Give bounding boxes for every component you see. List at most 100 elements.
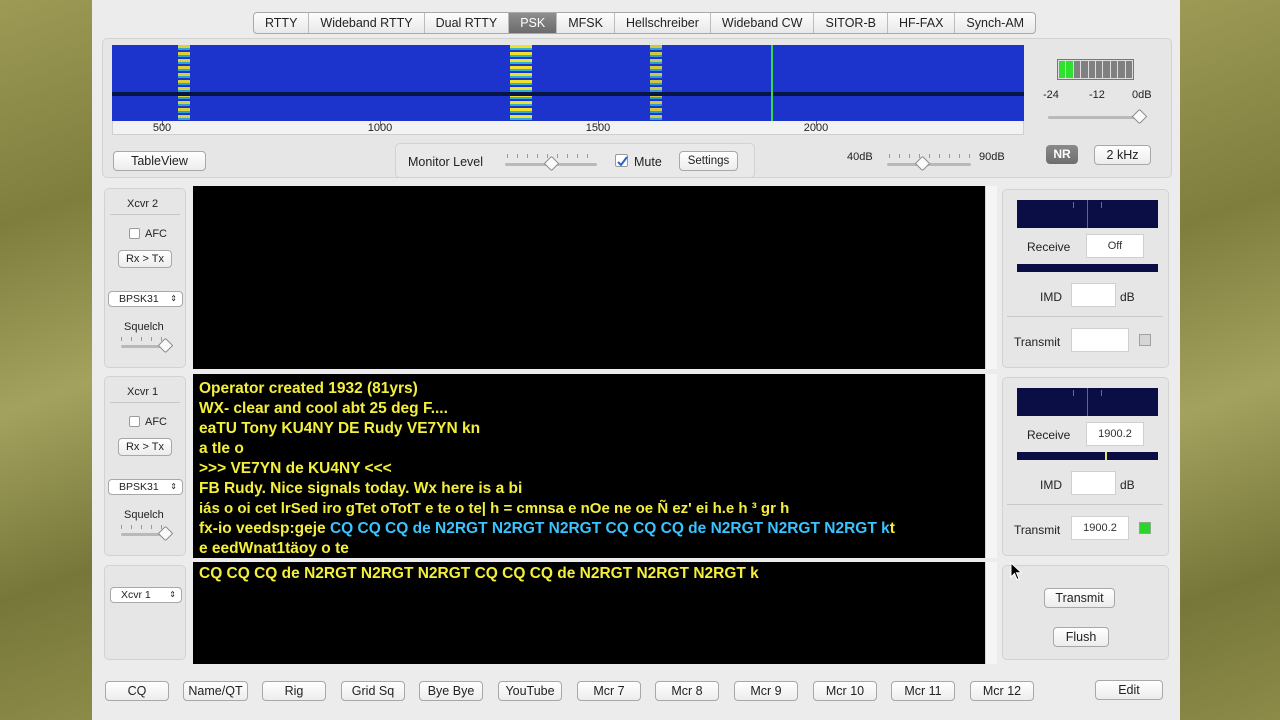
rx-text-line: >>> VE7YN de KU4NY <<< <box>199 460 392 477</box>
xcvr2-signal-bar <box>1017 264 1158 272</box>
xcvr1-receive-pane[interactable]: Operator created 1932 (81yrs) WX- clear … <box>193 374 985 558</box>
xcvr2-title: Xcvr 2 <box>127 198 159 210</box>
tab-psk[interactable]: PSK <box>509 13 558 33</box>
tx-text-line: CQ CQ CQ de N2RGT N2RGT N2RGT CQ CQ CQ d… <box>199 565 759 582</box>
tab-rtty[interactable]: RTTY <box>254 13 310 33</box>
level-slider-track[interactable] <box>1048 116 1144 119</box>
scale-label-1500: 1500 <box>585 122 611 134</box>
transmit-text-pane[interactable]: CQ CQ CQ de N2RGT N2RGT N2RGT CQ CQ CQ d… <box>193 562 985 664</box>
tuning-cursor[interactable] <box>771 45 773 121</box>
level-scale-minus12: -12 <box>1089 89 1105 101</box>
xcvr1-mode-select[interactable]: BPSK31 ⇕ <box>108 479 183 495</box>
waterfall-display[interactable] <box>112 45 1024 121</box>
xcvr2-mode-value: BPSK31 <box>119 293 159 305</box>
macro-name-qth-button[interactable]: Name/QT <box>183 681 248 701</box>
level-scale-0db: 0dB <box>1132 89 1152 101</box>
waterfall-signal-trace <box>650 45 662 121</box>
xcvr2-receive-field[interactable]: Off <box>1086 234 1144 258</box>
xcvr1-imd-label: IMD <box>1040 478 1062 492</box>
flush-button[interactable]: Flush <box>1053 627 1109 647</box>
xcvr1-signal-bar <box>1017 452 1158 460</box>
xcvr2-transmit-indicator[interactable] <box>1139 334 1151 346</box>
macro-9-button[interactable]: Mcr 9 <box>734 681 798 701</box>
divider <box>1007 504 1163 505</box>
xcvr1-transmit-label: Transmit <box>1014 523 1061 537</box>
xcvr2-control-panel <box>104 188 186 368</box>
macro-youtube-button[interactable]: YouTube <box>498 681 562 701</box>
monitor-level-label: Monitor Level <box>408 155 484 169</box>
tab-wideband-cw[interactable]: Wideband CW <box>711 13 815 33</box>
tuning-tick <box>1101 390 1102 396</box>
desktop-background-left <box>0 0 92 720</box>
xcvr2-mode-select[interactable]: BPSK31 ⇕ <box>108 291 183 307</box>
scale-label-1000: 1000 <box>367 122 393 134</box>
rx-garbled-suffix: t <box>889 520 895 537</box>
rx-text-line-mixed: fx-io veedsp:geje CQ CQ CQ de N2RGT N2RG… <box>199 519 895 539</box>
tab-hf-fax[interactable]: HF-FAX <box>888 13 956 33</box>
macro-rig-button[interactable]: Rig <box>262 681 326 701</box>
rx-text-line: WX- clear and cool abt 25 deg F.... <box>199 400 448 417</box>
macro-8-button[interactable]: Mcr 8 <box>655 681 719 701</box>
mute-checkbox[interactable] <box>615 154 628 167</box>
xcvr2-imd-field <box>1071 283 1116 307</box>
macro-cq-button[interactable]: CQ <box>105 681 169 701</box>
frequency-scale: 500 1000 1500 2000 <box>112 121 1024 135</box>
tx-target-value: Xcvr 1 <box>121 589 151 601</box>
transmit-button[interactable]: Transmit <box>1044 588 1115 608</box>
xcvr1-rx-tx-button[interactable]: Rx > Tx <box>118 438 172 456</box>
macro-grid-sq-button[interactable]: Grid Sq <box>341 681 405 701</box>
macro-10-button[interactable]: Mcr 10 <box>813 681 877 701</box>
tx-target-panel <box>104 565 186 660</box>
tab-synch-am[interactable]: Synch-AM <box>955 13 1035 33</box>
xcvr1-scrollbar[interactable] <box>985 374 997 558</box>
xcvr1-afc-checkbox[interactable] <box>129 416 140 427</box>
rx-text-line: e eedWnat1täoy o te <box>199 540 349 557</box>
waterfall-signal-trace <box>510 45 532 121</box>
xcvr2-afc-label: AFC <box>145 228 167 240</box>
xcvr1-imd-unit: dB <box>1120 478 1135 492</box>
checkmark-icon <box>617 156 628 167</box>
xcvr1-imd-field <box>1071 471 1116 495</box>
xcvr2-scrollbar[interactable] <box>985 186 997 369</box>
range-low-label: 40dB <box>847 151 873 163</box>
tab-mfsk[interactable]: MFSK <box>557 13 615 33</box>
table-view-button[interactable]: TableView <box>113 151 206 171</box>
xcvr2-imd-unit: dB <box>1120 290 1135 304</box>
transmit-scrollbar[interactable] <box>985 562 997 664</box>
tuning-tick <box>1073 390 1074 396</box>
edit-macros-button[interactable]: Edit <box>1095 680 1163 700</box>
bandwidth-button[interactable]: 2 kHz <box>1094 145 1151 165</box>
xcvr1-control-panel <box>104 376 186 556</box>
xcvr2-rx-tx-button[interactable]: Rx > Tx <box>118 250 172 268</box>
tab-hellschreiber[interactable]: Hellschreiber <box>615 13 711 33</box>
divider <box>110 214 180 215</box>
settings-button[interactable]: Settings <box>679 151 738 171</box>
noise-reduction-button[interactable]: NR <box>1046 145 1078 164</box>
scale-label-2000: 2000 <box>803 122 829 134</box>
tab-sitor-b[interactable]: SITOR-B <box>814 13 888 33</box>
xcvr1-transmit-indicator[interactable] <box>1139 522 1151 534</box>
rx-text-line: FB Rudy. Nice signals today. Wx here is … <box>199 480 523 497</box>
macro-bye-bye-button[interactable]: Bye Bye <box>419 681 483 701</box>
xcvr1-receive-field[interactable]: 1900.2 <box>1086 422 1144 446</box>
tx-target-select[interactable]: Xcvr 1 ⇕ <box>110 587 182 603</box>
macro-12-button[interactable]: Mcr 12 <box>970 681 1034 701</box>
waterfall-signal-trace <box>178 45 190 121</box>
signal-peak-mark <box>1105 452 1107 460</box>
range-slider-ticks <box>889 154 971 158</box>
rx-echo-text: CQ CQ CQ de N2RGT N2RGT N2RGT CQ CQ CQ d… <box>329 520 890 537</box>
xcvr2-transmit-field[interactable] <box>1071 328 1129 352</box>
divider <box>1007 316 1163 317</box>
xcvr2-squelch-label: Squelch <box>124 321 164 333</box>
xcvr2-receive-label: Receive <box>1027 240 1071 254</box>
tab-wideband-rtty[interactable]: Wideband RTTY <box>309 13 425 33</box>
macro-11-button[interactable]: Mcr 11 <box>891 681 955 701</box>
xcvr1-tuning-display <box>1017 388 1158 416</box>
rx-text-line: Operator created 1932 (81yrs) <box>199 380 418 397</box>
xcvr2-afc-checkbox[interactable] <box>129 228 140 239</box>
macro-7-button[interactable]: Mcr 7 <box>577 681 641 701</box>
tab-dual-rtty[interactable]: Dual RTTY <box>425 13 510 33</box>
rx-text-line: eaTU Tony KU4NY DE Rudy VE7YN kn <box>199 420 481 437</box>
xcvr2-receive-pane[interactable] <box>193 186 985 369</box>
xcvr1-transmit-field[interactable]: 1900.2 <box>1071 516 1129 540</box>
